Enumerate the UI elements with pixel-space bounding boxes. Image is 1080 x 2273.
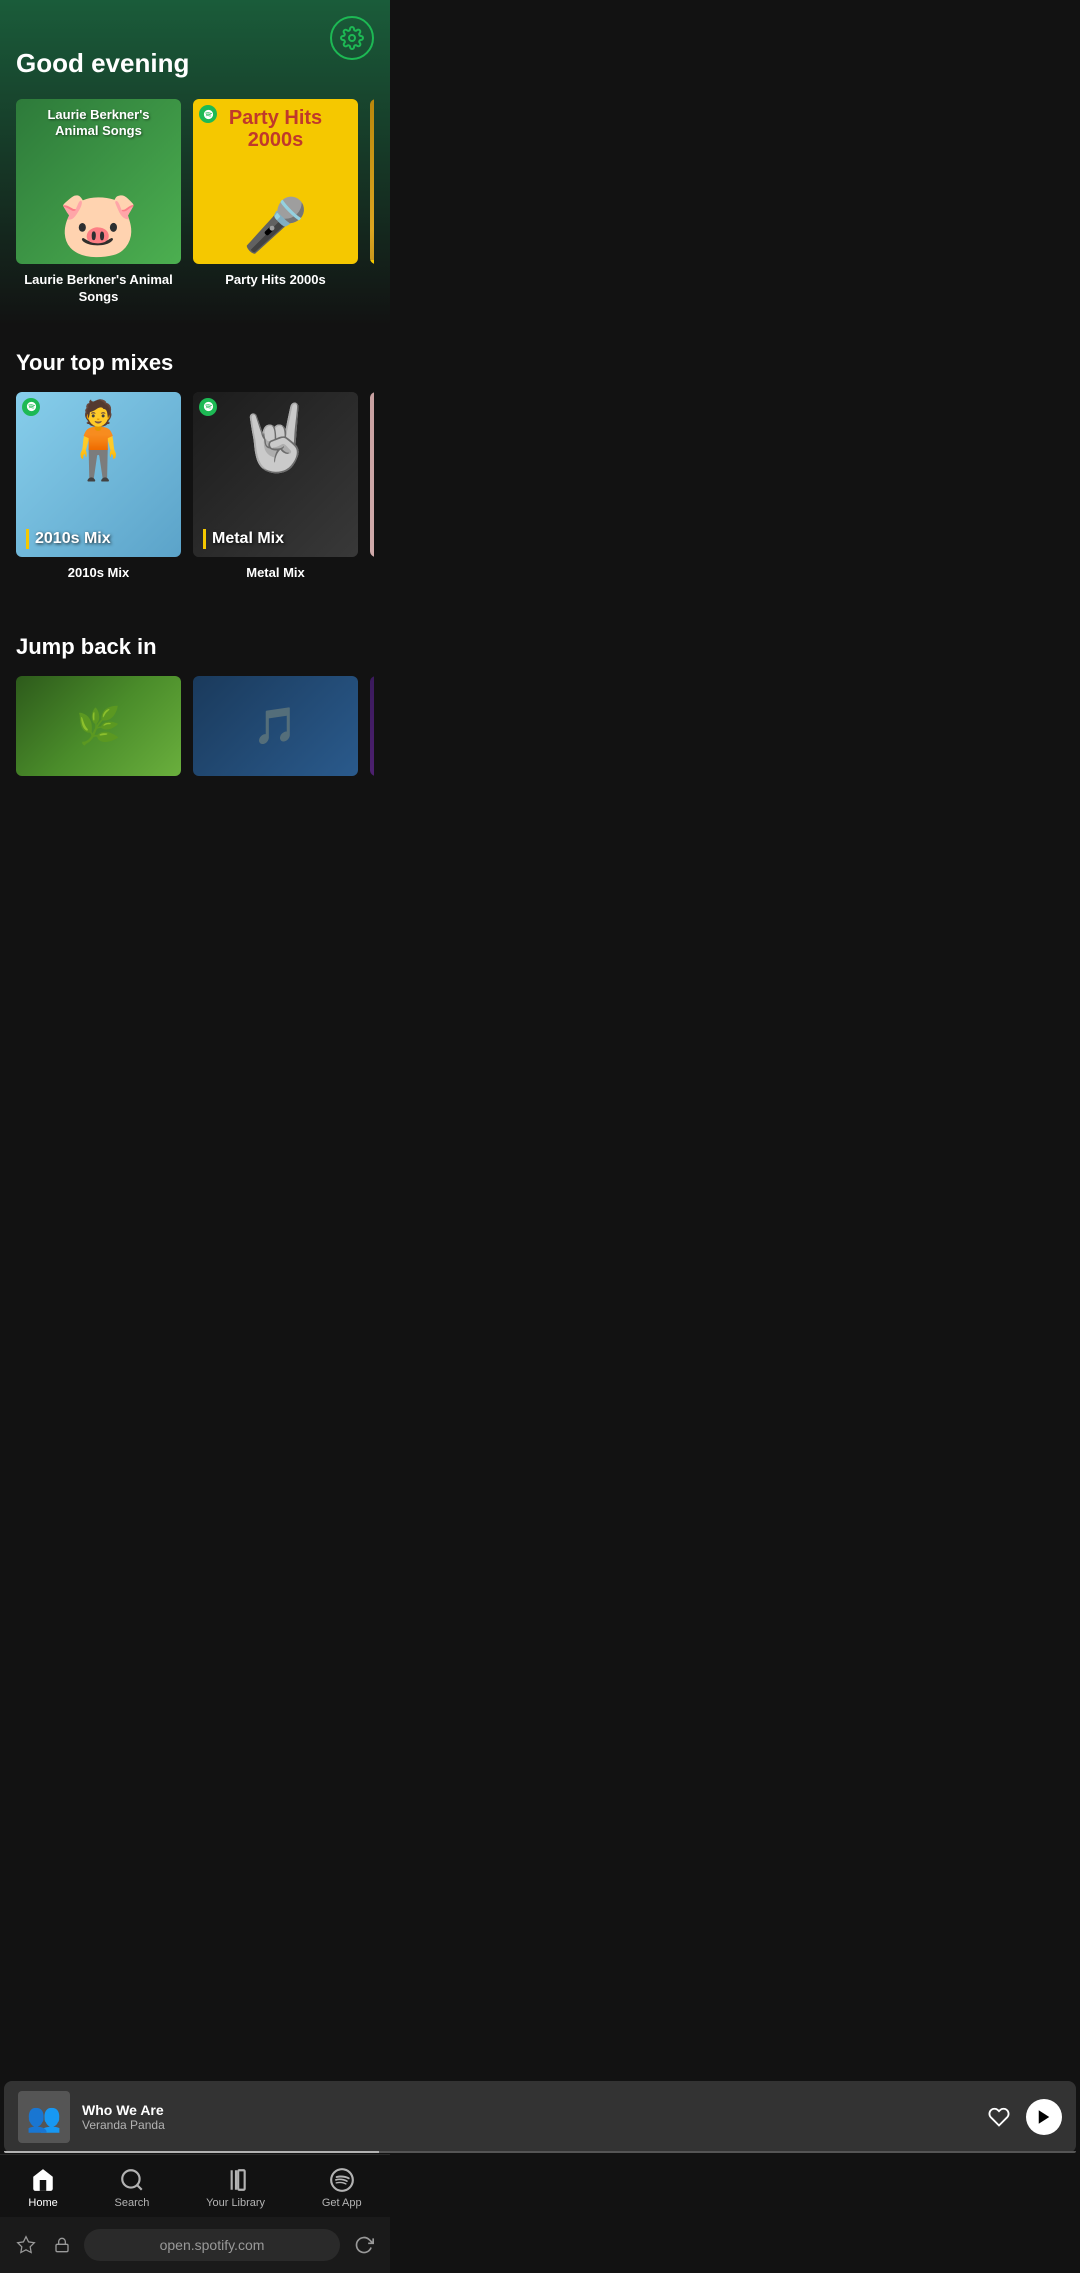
mix-2010s-art: 🧍 2010s Mix [16, 392, 181, 557]
now-playing-bar[interactable]: 👥 Who We Are Veranda Panda [4, 2081, 1076, 2153]
mix-2010s-bg: 🧍 2010s Mix [16, 392, 181, 557]
mix-metal-bg: 🤘 Metal Mix [193, 392, 358, 557]
nav-label-get-app: Get App [322, 2197, 362, 2209]
refresh-icon [354, 2235, 374, 2255]
mix-card-chill[interactable]: 👩 Chill Mix [370, 392, 374, 582]
mix-2010s-card-label: 2010s Mix [16, 565, 181, 582]
nav-item-get-app[interactable]: Get App [306, 2163, 378, 2213]
search-icon [119, 2167, 145, 2193]
spotify-icon [329, 2167, 355, 2193]
latin-yellow-stripe [370, 260, 374, 264]
header: Good evening Laurie Berkner'sAnimal Song… [0, 0, 390, 326]
play-button[interactable] [1026, 2099, 1062, 2135]
jump-back-scroll: 🌿 🎵 🎧 [16, 676, 374, 780]
url-bar[interactable]: open.spotify.com [84, 2229, 340, 2261]
lock-button[interactable] [50, 2233, 74, 2257]
spotify-badge-metal [199, 398, 217, 416]
mix-metal-card-label: Metal Mix [193, 565, 358, 582]
jump-art-2: 🎵 [193, 676, 358, 776]
jump-back-card-2[interactable]: 🎵 [193, 676, 358, 776]
mix-metal-name: Metal Mix [212, 530, 284, 548]
laurie-art: Laurie Berkner'sAnimal Songs 🐷 [16, 99, 181, 264]
nav-label-library: Your Library [206, 2197, 265, 2209]
gear-icon [340, 26, 364, 50]
mix-metal-person: 🤘 [235, 400, 316, 476]
jump-back-card-3[interactable]: 🎧 [370, 676, 374, 776]
mix-chill-label-overlay: Chill Mix [370, 529, 374, 549]
featured-card-latin[interactable]: 👨 Lat [370, 99, 374, 306]
party-card-label: Party Hits 2000s [193, 272, 358, 289]
mix-metal-label-overlay: Metal Mix [193, 529, 358, 549]
jump-back-card-1[interactable]: 🌿 [16, 676, 181, 776]
featured-card-laurie[interactable]: Laurie Berkner'sAnimal Songs 🐷 Laurie Be… [16, 99, 181, 306]
now-playing-thumbnail: 👥 [18, 2091, 70, 2143]
mix-2010s-name: 2010s Mix [35, 530, 111, 548]
featured-card-party[interactable]: Party Hits2000s 🎤 Party Hits 2000s [193, 99, 358, 306]
mix-2010s-yellow-bar [26, 529, 29, 549]
jump-art-1: 🌿 [16, 676, 181, 776]
lock-icon [54, 2237, 70, 2253]
party-art: Party Hits2000s 🎤 [193, 99, 358, 264]
heart-button[interactable] [988, 2106, 1010, 2128]
now-playing-progress-fill [4, 2151, 379, 2153]
spotify-badge-2010s [22, 398, 40, 416]
mix-chill-art: 👩 Chill Mix [370, 392, 374, 557]
party-art-bg: Party Hits2000s 🎤 [193, 99, 358, 264]
mix-chill-image: 👩 Chill Mix [370, 392, 374, 557]
nav-label-search: Search [115, 2197, 150, 2209]
now-playing-info: Who We Are Veranda Panda [82, 2102, 976, 2132]
pig-emoji: 🐷 [59, 192, 139, 256]
bottom-navigation: Home Search Your Library Get App [0, 2154, 390, 2217]
party-card-image: Party Hits2000s 🎤 [193, 99, 358, 264]
mix-card-2010s[interactable]: 🧍 2010s Mix 2010s Mix [16, 392, 181, 582]
laurie-card-image: Laurie Berkner'sAnimal Songs 🐷 [16, 99, 181, 264]
now-playing-controls [988, 2099, 1062, 2135]
top-mixes-scroll: 🧍 2010s Mix 2010s Mix [16, 392, 374, 586]
jump-back-img-1: 🌿 [16, 676, 181, 776]
latin-card-image: 👨 Lat [370, 99, 374, 264]
mix-card-metal[interactable]: 🤘 Metal Mix Metal Mix [193, 392, 358, 582]
nav-item-home[interactable]: Home [12, 2163, 73, 2213]
library-icon [223, 2167, 249, 2193]
now-playing-progress-bar [4, 2151, 1076, 2153]
jump-art-3: 🎧 [370, 676, 374, 776]
home-icon [30, 2167, 56, 2193]
url-text: open.spotify.com [160, 2237, 265, 2253]
party-singer-emoji: 🎤 [243, 195, 308, 256]
latin-art-bg: 👨 Lat [370, 99, 374, 264]
nav-label-home: Home [28, 2197, 57, 2209]
now-playing-title: Who We Are [82, 2102, 976, 2118]
mix-chill-bg: 👩 Chill Mix [370, 392, 374, 557]
greeting-text: Good evening [16, 48, 374, 79]
jump-back-img-3: 🎧 [370, 676, 374, 776]
mix-2010s-image: 🧍 2010s Mix [16, 392, 181, 557]
latin-art: 👨 Lat [370, 99, 374, 264]
top-mixes-title: Your top mixes [16, 350, 374, 376]
mix-metal-art: 🤘 Metal Mix [193, 392, 358, 557]
top-mixes-section: Your top mixes 🧍 2010s Mix [0, 350, 390, 610]
refresh-button[interactable] [350, 2231, 378, 2259]
mix-metal-image: 🤘 Metal Mix [193, 392, 358, 557]
laurie-art-title: Laurie Berkner'sAnimal Songs [47, 107, 149, 138]
mix-2010s-label-overlay: 2010s Mix [16, 529, 181, 549]
bookmark-button[interactable] [12, 2231, 40, 2259]
laurie-card-label: Laurie Berkner's Animal Songs [16, 272, 181, 306]
featured-cards-scroll: Laurie Berkner'sAnimal Songs 🐷 Laurie Be… [16, 99, 374, 310]
spotify-badge-party [199, 105, 217, 123]
browser-bar: open.spotify.com [0, 2217, 390, 2273]
jump-back-img-2: 🎵 [193, 676, 358, 776]
mix-metal-yellow-bar [203, 529, 206, 549]
party-art-title: Party Hits2000s [229, 107, 322, 151]
nav-item-search[interactable]: Search [99, 2163, 166, 2213]
jump-back-title: Jump back in [16, 634, 374, 660]
jump-back-section: Jump back in 🌿 🎵 🎧 [0, 634, 390, 804]
now-playing-artist: Veranda Panda [82, 2118, 976, 2132]
bookmark-icon [16, 2235, 36, 2255]
mix-2010s-person: 🧍 [52, 397, 145, 485]
settings-button[interactable] [330, 16, 374, 60]
laurie-art-bg: Laurie Berkner'sAnimal Songs 🐷 [16, 99, 181, 264]
nav-item-library[interactable]: Your Library [190, 2163, 281, 2213]
